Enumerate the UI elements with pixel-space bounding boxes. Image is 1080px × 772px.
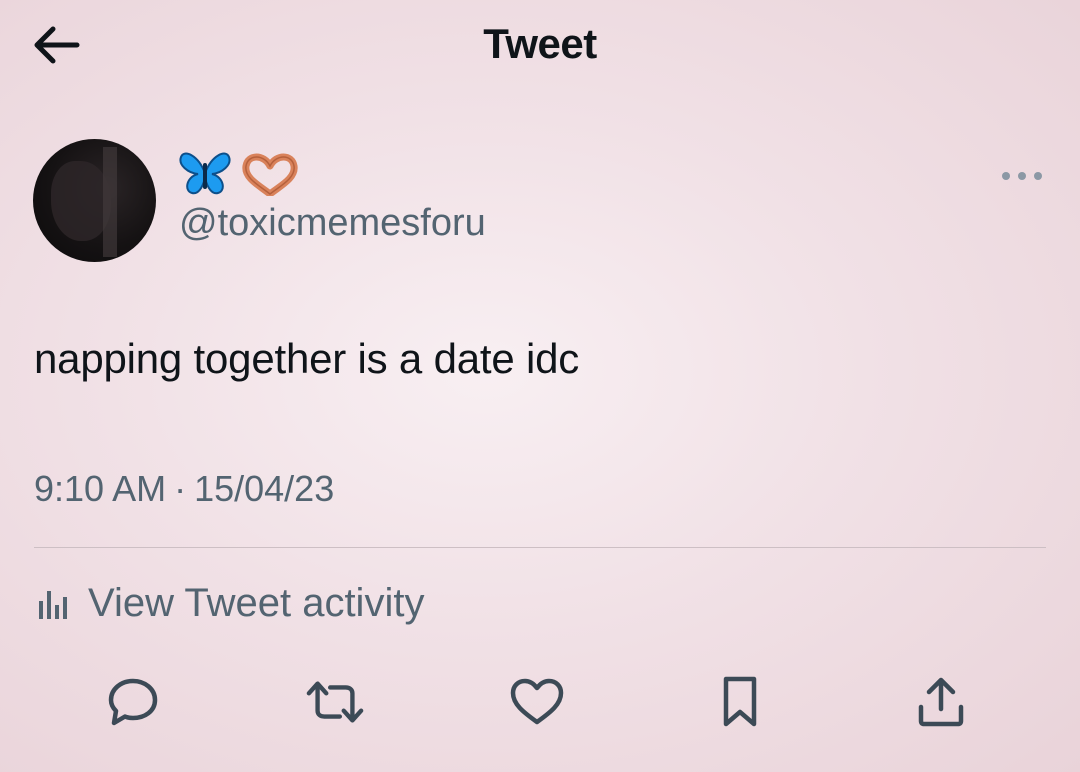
retweet-button[interactable] <box>305 672 365 732</box>
reply-button[interactable] <box>103 672 163 732</box>
bar-chart-icon <box>39 591 67 619</box>
tweet-text: napping together is a date idc <box>34 335 580 382</box>
bookmark-button[interactable] <box>710 672 770 732</box>
display-name[interactable] <box>178 150 298 198</box>
tweet-time: 9:10 AM <box>34 468 167 509</box>
activity-label: View Tweet activity <box>88 580 425 625</box>
like-icon <box>510 678 564 725</box>
more-horizontal-icon <box>1002 172 1042 180</box>
avatar[interactable] <box>33 139 156 262</box>
user-handle[interactable]: @toxicmemesforu <box>179 202 486 245</box>
tweet-timestamp[interactable]: 9:10 AM · 15/04/23 <box>34 468 334 510</box>
share-button[interactable] <box>911 672 971 732</box>
divider <box>34 547 1046 548</box>
timestamp-separator: · <box>174 468 187 509</box>
reply-icon <box>108 678 158 726</box>
butterfly-icon <box>179 152 231 195</box>
like-button[interactable] <box>507 672 567 732</box>
view-tweet-activity-link[interactable]: View Tweet activity <box>34 578 424 628</box>
more-options-button[interactable] <box>996 160 1048 192</box>
tweet-date: 15/04/23 <box>194 468 335 509</box>
page-title: Tweet <box>483 20 597 67</box>
share-icon <box>918 677 964 727</box>
bookmark-icon <box>723 676 757 727</box>
retweet-icon <box>306 681 364 723</box>
heart-hands-icon <box>242 153 298 196</box>
top-bar: Tweet <box>0 0 1080 92</box>
